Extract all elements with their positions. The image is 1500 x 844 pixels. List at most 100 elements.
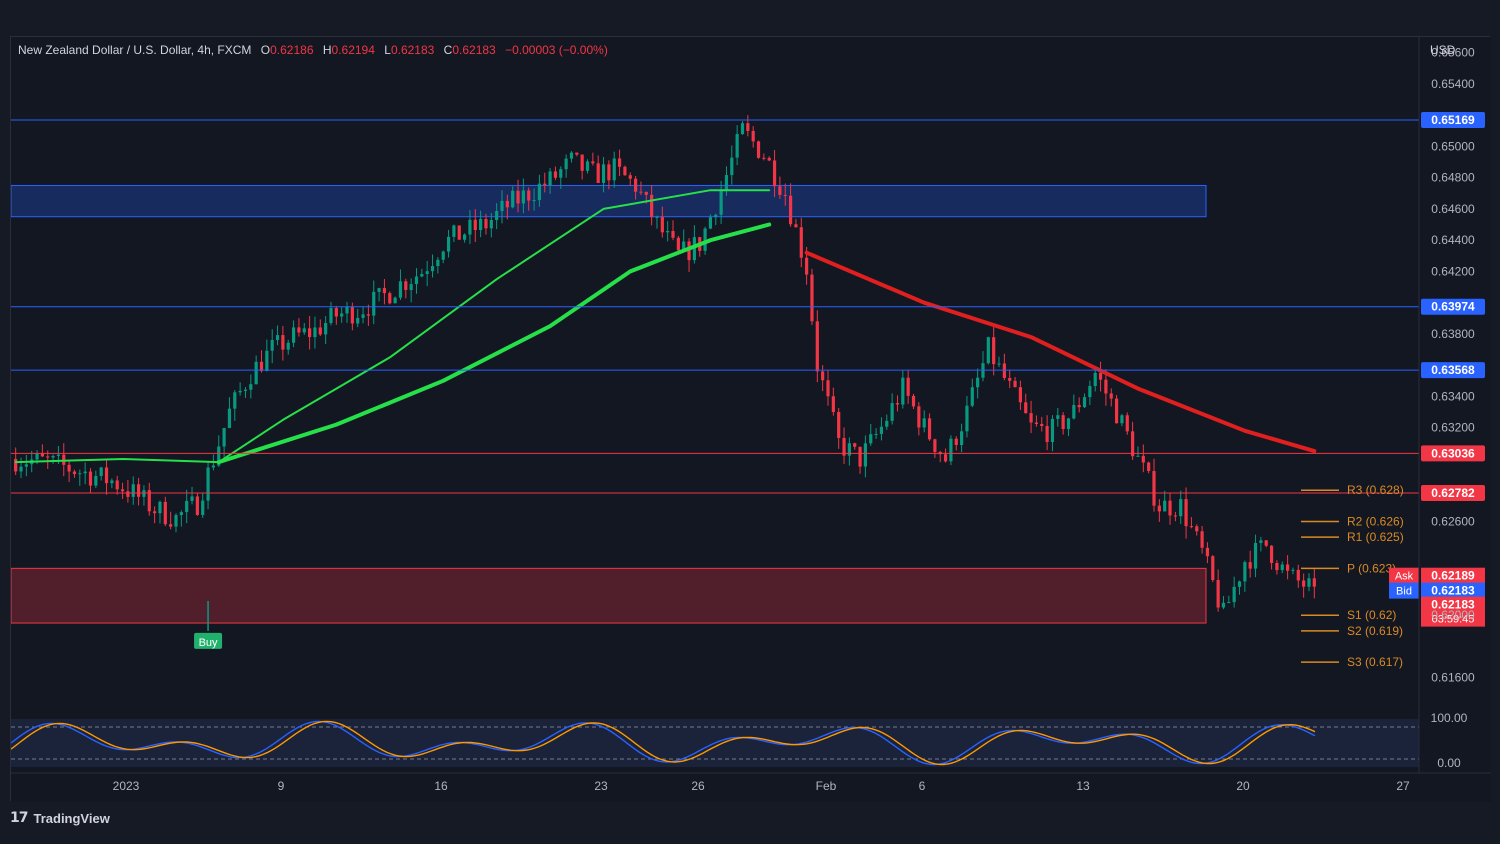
candle-body: [190, 496, 194, 501]
pivot-label: S3 (0.617): [1347, 655, 1403, 669]
candle-body: [911, 395, 916, 407]
pivot-label: P (0.623): [1347, 561, 1396, 575]
candle-body: [462, 234, 467, 240]
candle-body: [249, 384, 253, 390]
x-tick-label: 9: [278, 779, 285, 793]
candle-body: [78, 473, 82, 475]
x-tick-label: Feb: [816, 779, 837, 793]
candle-body: [997, 363, 1001, 365]
candle-body: [1253, 542, 1258, 569]
candle-body: [890, 403, 894, 421]
candle-body: [628, 175, 632, 179]
candle-body: [1232, 586, 1236, 603]
candle-body: [414, 276, 419, 285]
x-tick-label: 6: [919, 779, 926, 793]
candle-body: [874, 433, 878, 435]
candle-body: [67, 464, 71, 472]
candle-body: [879, 426, 884, 434]
candle-body: [580, 154, 584, 171]
candle-body: [591, 161, 595, 164]
candle-body: [489, 219, 493, 229]
candle-body: [430, 266, 435, 272]
candle-body: [601, 164, 606, 183]
candle-body: [366, 314, 370, 316]
candle-body: [46, 456, 50, 458]
candle-body: [179, 512, 183, 516]
y-tick-label: 0.64200: [1431, 264, 1475, 278]
candle-body: [970, 387, 974, 406]
candle-body: [655, 216, 659, 218]
tradingview-brand[interactable]: 17 TradingView: [10, 810, 110, 826]
candle-body: [243, 389, 248, 391]
candle-body: [1114, 398, 1119, 424]
candle-body: [1286, 564, 1290, 571]
candle-body: [377, 288, 381, 292]
candle-body: [99, 467, 103, 476]
candle-body: [297, 327, 301, 333]
candle-body: [537, 183, 542, 201]
tag-price: 0.62183: [1431, 584, 1475, 598]
candle-body: [1243, 562, 1247, 582]
candle-body: [1163, 500, 1167, 512]
candle-body: [409, 284, 413, 290]
candle-body: [1221, 602, 1226, 608]
candle-body: [1082, 397, 1087, 408]
candle-body: [1061, 415, 1065, 429]
candle-body: [1205, 547, 1210, 557]
candle-body: [794, 224, 798, 228]
candle-body: [1125, 415, 1129, 432]
candle-body: [120, 489, 125, 492]
candle-body: [1275, 562, 1279, 571]
candle-body: [158, 501, 162, 514]
y-tick-label: 0.63400: [1431, 389, 1475, 403]
candle-body: [222, 427, 226, 447]
y-tick-label: 0.62600: [1431, 514, 1475, 528]
candle-body: [596, 163, 600, 183]
candle-body: [1157, 505, 1161, 512]
candle-body: [238, 390, 242, 393]
candle-body: [340, 313, 344, 317]
candle-body: [361, 314, 365, 318]
symbol-header: New Zealand Dollar / U.S. Dollar, 4h, FX…: [18, 43, 608, 57]
candle-body: [1168, 500, 1172, 516]
candle-body: [398, 281, 403, 298]
candle-body: [1264, 540, 1268, 546]
candle-body: [772, 160, 777, 187]
chart-background: [11, 37, 1491, 802]
candle-body: [511, 190, 515, 208]
candle-body: [1200, 531, 1204, 548]
candle-body: [24, 464, 28, 467]
candle-body: [356, 317, 360, 324]
candle-body: [1189, 526, 1194, 528]
candle-body: [254, 361, 258, 385]
candle-body: [185, 500, 189, 513]
candle-body: [805, 257, 809, 275]
buy-marker-label: Buy: [199, 637, 218, 649]
chart-frame[interactable]: 0.65169 0.63974 0.63568 0.63036 0.62782 R3 (0…: [10, 36, 1491, 802]
candle-body: [1173, 515, 1177, 517]
candle-body: [708, 217, 713, 229]
pivot-label: S2 (0.619): [1347, 624, 1403, 638]
candle-body: [607, 164, 611, 181]
candle-body: [233, 392, 237, 409]
candle-body: [949, 438, 953, 462]
candle-body: [1184, 499, 1188, 527]
stoch-lower-label: 0.00: [1437, 756, 1461, 770]
candle-body: [826, 380, 830, 397]
candle-body: [163, 501, 167, 525]
candle-body: [553, 171, 558, 178]
x-tick-label: 23: [594, 779, 608, 793]
candle-body: [543, 183, 547, 186]
candle-body: [901, 377, 905, 405]
candle-body: [174, 515, 178, 527]
candle-body: [1104, 379, 1108, 394]
candle-body: [334, 307, 338, 317]
price-chart[interactable]: 0.65169 0.63974 0.63568 0.63036 0.62782 R3 (0…: [11, 37, 1491, 802]
low-value: 0.62183: [390, 43, 435, 57]
candle-body: [1066, 418, 1071, 429]
candle-body: [917, 406, 921, 428]
candle-body: [388, 293, 392, 304]
candle-body: [452, 225, 456, 237]
candle-body: [1008, 377, 1012, 381]
level-label: 0.63568: [1431, 363, 1475, 377]
